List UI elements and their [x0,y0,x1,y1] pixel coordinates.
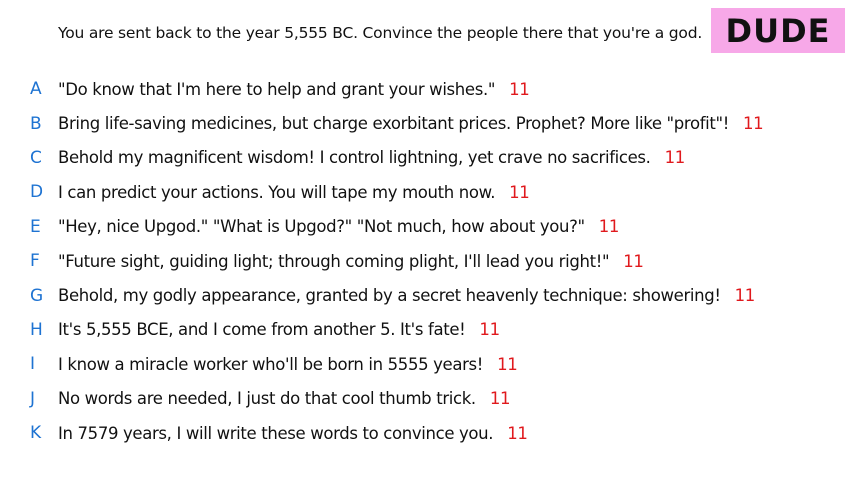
answer-row-b: B Bring life-saving medicines, but charg… [0,106,853,140]
answer-row-d: D I can predict your actions. You will t… [0,175,853,209]
answer-score: 11 [664,148,686,168]
answer-letter: G [30,285,44,306]
answer-text: I can predict your actions. You will tap… [58,182,530,202]
answer-text: Bring life-saving medicines, but charge … [58,114,764,134]
answer-score: 11 [489,389,511,409]
answer-row-c: C Behold my magnificent wisdom! I contro… [0,141,853,175]
answer-score: 11 [497,354,518,374]
answer-letter: D [30,182,44,203]
answer-letter: J [30,388,36,409]
answer-text: In 7579 years, I will write these words … [58,423,528,443]
answer-row-j: J No words are needed, I just do that co… [0,382,853,416]
answer-score: 11 [598,217,620,237]
answer-text: I know a miracle worker who'll be born i… [58,354,518,374]
answer-text: "Hey, nice Upgod." "What is Upgod?" "Not… [58,217,620,237]
answer-row-f: F "Future sight, guiding light; through … [0,244,853,278]
answer-score: 11 [479,320,500,340]
answer-text: "Do know that I'm here to help and grant… [58,79,530,99]
answer-letter: C [30,147,42,168]
answer-list: A "Do know that I'm here to help and gra… [0,72,853,450]
answer-text: It's 5,555 BCE, and I come from another … [58,320,500,340]
question-prompt: You are sent back to the year 5,555 BC. … [58,24,703,42]
answer-text: Behold, my godly appearance, granted by … [58,286,756,306]
player-badge: DUDE [711,8,845,53]
answer-row-g: G Behold, my godly appearance, granted b… [0,278,853,312]
answer-row-i: I I know a miracle worker who'll be born… [0,347,853,381]
answer-letter: I [30,354,36,375]
answer-row-k: K In 7579 years, I will write these word… [0,416,853,450]
answer-score: 11 [623,251,644,271]
answer-letter: F [30,251,40,272]
answer-row-a: A "Do know that I'm here to help and gra… [0,72,853,106]
answer-score: 11 [507,423,528,443]
answer-letter: H [30,319,43,340]
answer-row-h: H It's 5,555 BCE, and I come from anothe… [0,313,853,347]
answer-score: 11 [743,114,764,134]
answer-text: "Future sight, guiding light; through co… [58,251,644,271]
answer-letter: K [30,423,42,444]
answer-letter: B [30,113,42,134]
answer-score: 11 [509,182,530,202]
answer-letter: E [30,216,41,237]
answer-text: No words are needed, I just do that cool… [58,389,511,409]
answer-row-e: E "Hey, nice Upgod." "What is Upgod?" "N… [0,210,853,244]
answer-letter: A [30,79,42,100]
answer-text: Behold my magnificent wisdom! I control … [58,148,686,168]
answer-score: 11 [734,286,756,306]
answer-score: 11 [509,79,530,99]
